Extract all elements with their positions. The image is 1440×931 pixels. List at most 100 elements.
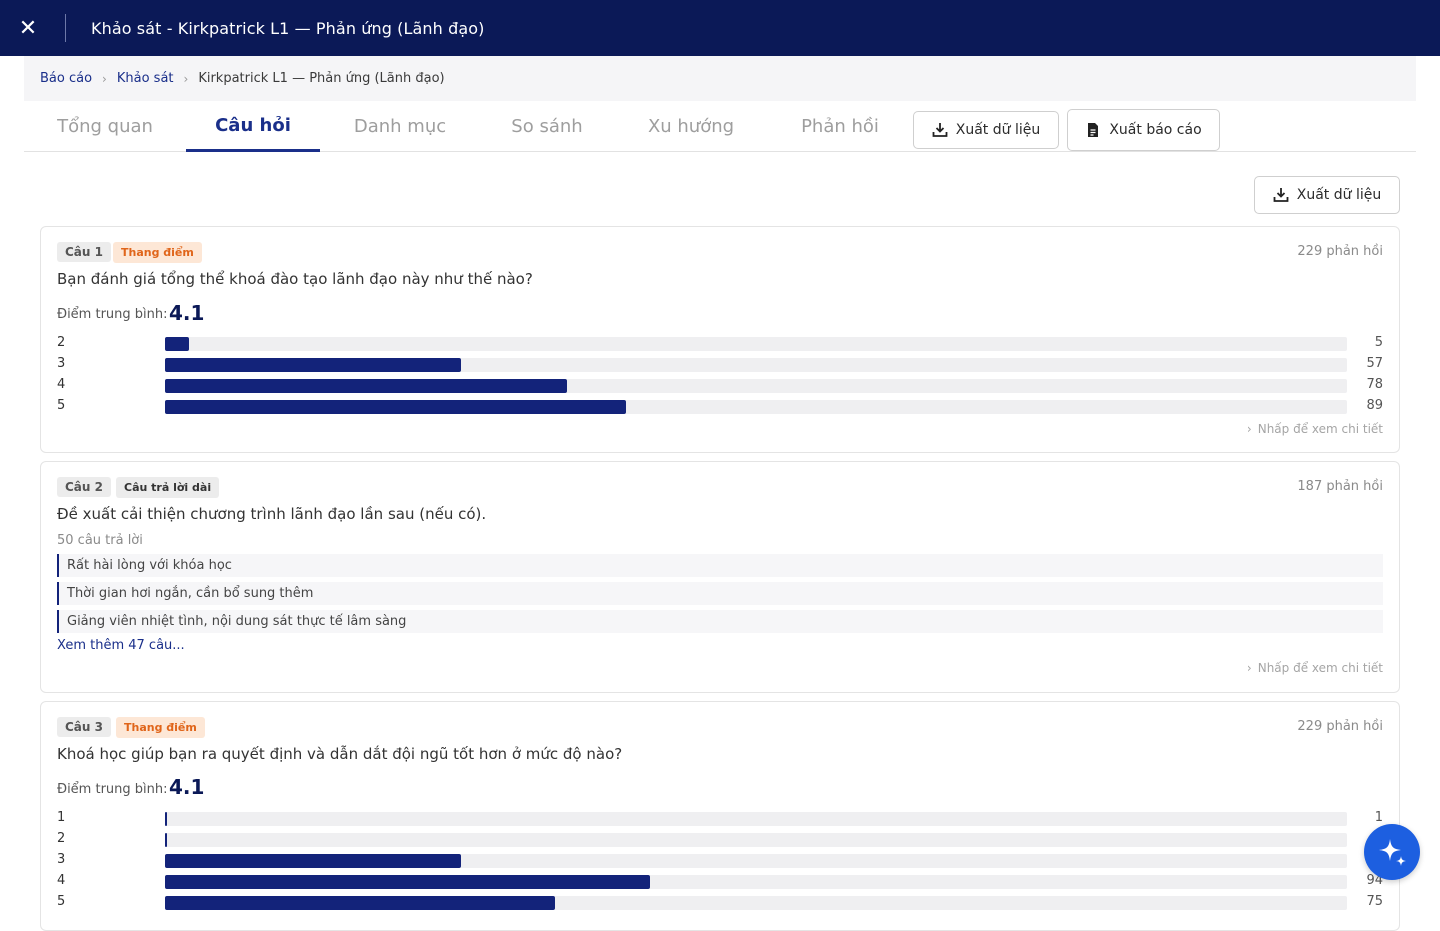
view-detail-label: Nhấp để xem chi tiết [1257, 661, 1383, 675]
bar-fill [165, 896, 555, 910]
bar-track [165, 812, 1347, 826]
bar-label: 2 [57, 831, 66, 846]
chevron-right-icon: › [1246, 422, 1252, 436]
document-icon [1088, 123, 1099, 137]
bar-label: 1 [57, 810, 66, 825]
bar-row-2: 25 [57, 335, 1383, 351]
bar-count: 1 [1374, 810, 1383, 825]
bar-fill [165, 875, 650, 889]
bar-track [165, 379, 1347, 393]
bar-row-2: 2 [57, 831, 1383, 847]
question-number-badge: Câu 1 [57, 242, 111, 262]
tab-feedback[interactable]: Phản hồi [768, 101, 912, 152]
view-detail-label: Nhấp để xem chi tiết [1257, 422, 1383, 436]
answer-item: Thời gian hơi ngắn, cần bổ sung thêm [57, 582, 1383, 605]
breadcrumb-surveys[interactable]: Khảo sát [117, 71, 174, 86]
bar-label: 5 [57, 894, 66, 909]
ai-assistant-button[interactable] [1364, 824, 1420, 880]
bar-row-1: 11 [57, 810, 1383, 826]
tab-compare[interactable]: So sánh [480, 101, 614, 152]
average-value: 4.1 [169, 301, 205, 325]
question-text: Khoá học giúp bạn ra quyết định và dẫn d… [57, 745, 623, 763]
view-detail-link[interactable]: › Nhấp để xem chi tiết [1247, 661, 1383, 675]
tab-categories[interactable]: Danh mục [320, 101, 480, 152]
question-card-2[interactable]: Câu 2 Câu trả lời dài 187 phản hồi Đề xu… [40, 461, 1400, 693]
bar-label: 4 [57, 377, 66, 392]
bar-track [165, 896, 1347, 910]
bar-fill [165, 400, 626, 414]
answer-item: Rất hài lòng với khóa học [57, 554, 1383, 577]
bar-track [165, 358, 1347, 372]
breadcrumb: Báo cáo › Khảo sát › Kirkpatrick L1 — Ph… [24, 56, 1416, 101]
bar-count: 57 [1366, 356, 1383, 371]
export-data-button[interactable]: Xuất dữ liệu [913, 111, 1059, 149]
bar-count: 89 [1366, 398, 1383, 413]
bar-fill [165, 358, 461, 372]
bar-count: 5 [1374, 335, 1383, 350]
breadcrumb-separator-icon: › [183, 71, 189, 86]
download-icon [932, 123, 948, 137]
chevron-right-icon: › [1246, 661, 1252, 675]
content-export-data-button[interactable]: Xuất dữ liệu [1254, 176, 1400, 214]
response-count: 229 phản hồi [1297, 244, 1383, 259]
bar-row-4: 4 94 [57, 873, 1383, 889]
breadcrumb-current: Kirkpatrick L1 — Phản ứng (Lãnh đạo) [198, 71, 445, 86]
bar-label: 2 [57, 335, 66, 350]
question-number-badge: Câu 2 [57, 477, 111, 497]
bar-fill [165, 337, 189, 351]
see-more-link[interactable]: Xem thêm 47 câu... [57, 638, 185, 653]
tab-questions[interactable]: Câu hỏi [186, 101, 320, 152]
answers-count: 50 câu trả lời [57, 533, 143, 548]
bar-row-4: 4 78 [57, 377, 1383, 393]
average-value: 4.1 [169, 775, 205, 799]
content-export-data-label: Xuất dữ liệu [1296, 187, 1382, 203]
bar-track [165, 400, 1347, 414]
close-icon[interactable]: ✕ [0, 0, 56, 56]
breadcrumb-separator-icon: › [102, 71, 107, 86]
bar-label: 4 [57, 873, 66, 888]
bar-fill [165, 854, 461, 868]
bar-label: 5 [57, 398, 66, 413]
bar-count: 78 [1366, 377, 1383, 392]
bar-label: 3 [57, 356, 66, 371]
bar-track [165, 854, 1347, 868]
response-count: 229 phản hồi [1297, 719, 1383, 734]
download-icon [1273, 188, 1289, 202]
bar-fill [165, 833, 167, 847]
bar-label: 3 [57, 852, 66, 867]
question-card-1[interactable]: Câu 1 Thang điểm 229 phản hồi Bạn đánh g… [40, 226, 1400, 453]
bar-row-3: 3 [57, 852, 1383, 868]
sparkle-icon [1379, 839, 1406, 866]
breadcrumb-reports[interactable]: Báo cáo [40, 71, 92, 86]
average-label: Điểm trung bình: [57, 307, 168, 322]
question-text: Đề xuất cải thiện chương trình lãnh đạo … [57, 505, 487, 523]
question-text: Bạn đánh giá tổng thể khoá đào tạo lãnh … [57, 270, 533, 288]
bar-row-3: 3 57 [57, 356, 1383, 372]
tab-overview[interactable]: Tổng quan [24, 101, 186, 152]
response-count: 187 phản hồi [1297, 479, 1383, 494]
bar-row-5: 5 89 [57, 398, 1383, 414]
bar-fill [165, 812, 167, 826]
export-report-button[interactable]: Xuất báo cáo [1067, 109, 1220, 151]
page-title: Khảo sát - Kirkpatrick L1 — Phản ứng (Lã… [91, 18, 485, 38]
topbar-divider [65, 14, 66, 42]
bar-fill [165, 379, 567, 393]
bar-count: 75 [1366, 894, 1383, 909]
question-type-badge: Câu trả lời dài [116, 477, 220, 498]
question-card-3[interactable]: Câu 3 Thang điểm 229 phản hồi Khoá học g… [40, 701, 1400, 931]
question-type-badge: Thang điểm [113, 242, 202, 263]
bar-row-5: 5 75 [57, 894, 1383, 910]
answer-item: Giảng viên nhiệt tình, nội dung sát thực… [57, 610, 1383, 633]
bar-track [165, 337, 1347, 351]
top-bar: ✕ Khảo sát - Kirkpatrick L1 — Phản ứng (… [0, 0, 1440, 56]
tab-bar: Tổng quan Câu hỏi Danh mục So sánh Xu hư… [24, 101, 1416, 152]
tab-trends[interactable]: Xu hướng [614, 101, 768, 152]
question-number-badge: Câu 3 [57, 717, 111, 737]
question-type-badge: Thang điểm [116, 717, 205, 738]
view-detail-link[interactable]: › Nhấp để xem chi tiết [1247, 422, 1383, 436]
export-data-label: Xuất dữ liệu [955, 122, 1041, 138]
export-report-label: Xuất báo cáo [1109, 122, 1202, 138]
bar-track [165, 875, 1347, 889]
average-label: Điểm trung bình: [57, 782, 168, 797]
bar-track [165, 833, 1347, 847]
